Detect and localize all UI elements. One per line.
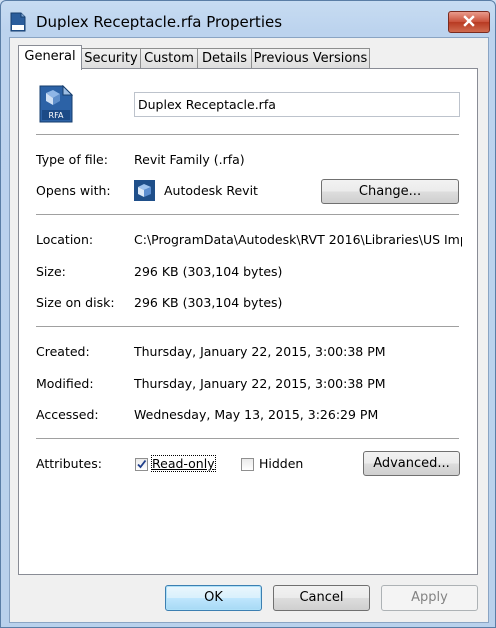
close-button[interactable]: [448, 11, 490, 33]
type-of-file-label: Type of file:: [36, 152, 108, 167]
divider: [36, 214, 459, 216]
tab-custom[interactable]: Custom: [140, 48, 198, 69]
advanced-button-label: Advanced...: [373, 456, 450, 471]
rfa-icon-text: RFA: [49, 111, 64, 120]
created-value: Thursday, January 22, 2015, 3:00:38 PM: [134, 344, 386, 359]
ok-button[interactable]: OK: [165, 585, 262, 611]
tab-security-label: Security: [84, 51, 138, 66]
rfa-large-icon: RFA: [39, 84, 74, 123]
size-label: Size:: [36, 264, 66, 279]
tab-previous-versions-label: Previous Versions: [253, 51, 368, 66]
type-of-file-value: Revit Family (.rfa): [134, 152, 245, 167]
apply-button[interactable]: Apply: [381, 585, 478, 611]
filename-value: Duplex Receptacle.rfa: [138, 97, 276, 112]
general-panel: RFA Duplex Receptacle.rfa Type of file: …: [18, 68, 478, 575]
attributes-label: Attributes:: [36, 456, 102, 471]
tab-details-label: Details: [201, 51, 248, 66]
size-on-disk-label: Size on disk:: [36, 295, 115, 310]
tab-general-label: General: [24, 49, 76, 64]
tab-custom-label: Custom: [144, 51, 194, 66]
opens-with-label: Opens with:: [36, 183, 111, 198]
hidden-label[interactable]: Hidden: [259, 456, 303, 471]
modified-value: Thursday, January 22, 2015, 3:00:38 PM: [134, 376, 386, 391]
properties-window: Duplex Receptacle.rfa Properties General…: [0, 0, 496, 628]
advanced-button[interactable]: Advanced...: [363, 451, 460, 476]
divider: [36, 134, 459, 136]
readonly-label[interactable]: Read-only: [151, 455, 216, 472]
accessed-label: Accessed:: [36, 407, 99, 422]
tab-general[interactable]: General: [18, 45, 82, 70]
rfa-file-icon: [10, 12, 26, 32]
cancel-button-label: Cancel: [299, 590, 344, 605]
location-value[interactable]: C:\ProgramData\Autodesk\RVT 2016\Librari…: [134, 232, 462, 247]
readonly-checkbox[interactable]: [135, 458, 148, 471]
size-on-disk-value: 296 KB (303,104 bytes): [134, 295, 283, 310]
divider: [36, 438, 459, 440]
divider: [36, 326, 459, 328]
apply-button-label: Apply: [411, 590, 448, 605]
filename-field[interactable]: Duplex Receptacle.rfa: [134, 92, 460, 117]
modified-label: Modified:: [36, 376, 94, 391]
tab-details[interactable]: Details: [197, 48, 252, 69]
cancel-button[interactable]: Cancel: [273, 585, 370, 611]
revit-app-icon: [134, 180, 155, 201]
size-value: 296 KB (303,104 bytes): [134, 264, 283, 279]
opens-with-value: Autodesk Revit: [164, 183, 258, 198]
tab-previous-versions[interactable]: Previous Versions: [251, 48, 370, 69]
change-button[interactable]: Change...: [321, 179, 459, 204]
tab-security[interactable]: Security: [81, 48, 141, 69]
hidden-checkbox[interactable]: [241, 458, 254, 471]
change-button-label: Change...: [358, 184, 422, 199]
location-label: Location:: [36, 232, 94, 247]
accessed-value: Wednesday, May 13, 2015, 3:26:29 PM: [134, 407, 379, 422]
created-label: Created:: [36, 344, 90, 359]
readonly-label-text: Read-only: [152, 456, 215, 471]
window-title: Duplex Receptacle.rfa Properties: [36, 13, 283, 31]
ok-button-label: OK: [204, 590, 223, 605]
close-icon: [463, 14, 475, 30]
